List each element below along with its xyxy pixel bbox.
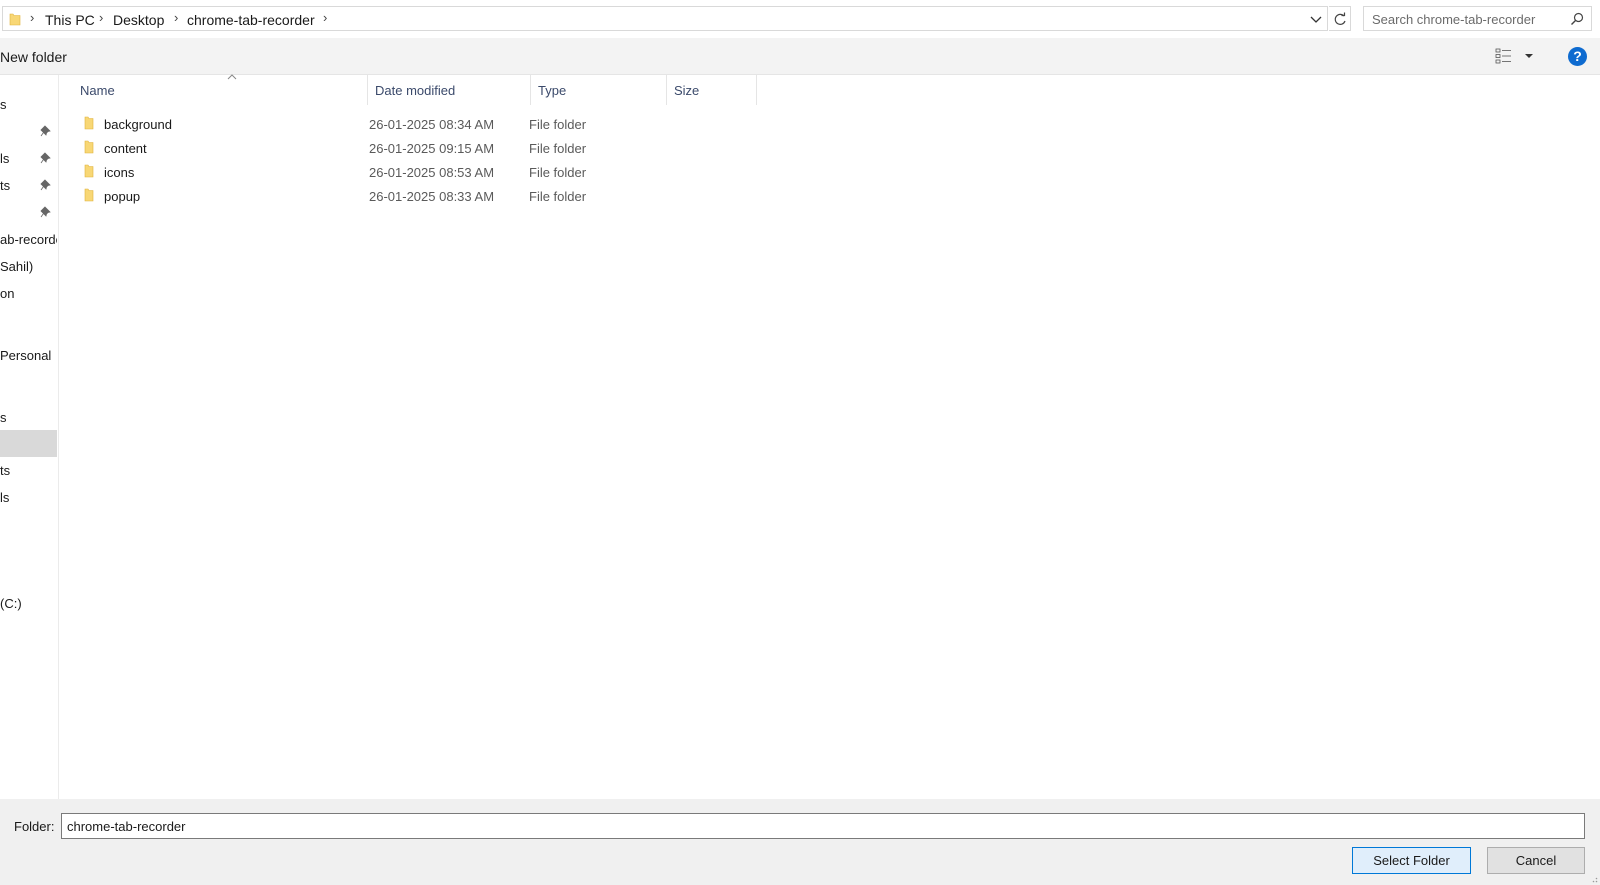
column-header-type[interactable]: Type [531, 75, 667, 105]
search-box[interactable] [1363, 6, 1592, 31]
breadcrumb-desktop[interactable]: Desktop [113, 12, 164, 28]
nav-item[interactable]: ts [0, 458, 57, 485]
select-folder-dialog: › This PC › Desktop › chrome-tab-recorde… [0, 0, 1600, 885]
nav-item[interactable]: on [0, 281, 57, 308]
table-row[interactable]: background 26-01-2025 08:34 AM File fold… [79, 113, 679, 135]
cancel-button[interactable]: Cancel [1487, 847, 1585, 874]
pin-icon[interactable] [40, 179, 52, 191]
search-input[interactable] [1370, 10, 1564, 29]
folder-label: Folder: [14, 819, 55, 834]
column-header-size[interactable]: Size [667, 75, 757, 105]
nav-item[interactable] [0, 200, 57, 227]
table-row[interactable]: popup 26-01-2025 08:33 AM File folder [79, 185, 679, 207]
folder-icon [84, 140, 94, 154]
folder-input[interactable] [61, 813, 1585, 839]
folder-icon [9, 13, 21, 26]
column-header-date-modified[interactable]: Date modified [368, 75, 531, 105]
chevron-right-icon[interactable]: › [30, 10, 34, 25]
nav-item[interactable]: ts [0, 173, 57, 200]
nav-item-selected[interactable] [0, 430, 57, 457]
folder-icon [84, 116, 94, 130]
bottom-bar: Folder: Select Folder Cancel [0, 799, 1600, 885]
table-row[interactable]: icons 26-01-2025 08:53 AM File folder [79, 161, 679, 183]
pin-icon[interactable] [40, 152, 52, 164]
new-folder-button[interactable]: New folder [0, 49, 67, 65]
nav-item[interactable]: Personal [0, 343, 57, 370]
view-options-icon[interactable] [1495, 47, 1513, 65]
table-row[interactable]: content 26-01-2025 09:15 AM File folder [79, 137, 679, 159]
refresh-icon [1334, 12, 1346, 25]
chevron-down-icon[interactable] [1524, 51, 1534, 61]
toolbar: New folder ? [0, 38, 1600, 75]
pin-icon[interactable] [40, 125, 52, 137]
nav-item[interactable]: Sahil) [0, 254, 57, 281]
help-icon[interactable]: ? [1568, 47, 1587, 66]
folder-icon [84, 164, 94, 178]
chevron-right-icon[interactable]: › [174, 10, 178, 25]
nav-item[interactable]: s [0, 405, 57, 432]
resize-grip-icon[interactable] [1590, 875, 1598, 883]
search-icon[interactable] [1570, 12, 1584, 26]
nav-item[interactable]: ab-recorder [0, 227, 57, 254]
nav-item[interactable]: s [0, 92, 57, 119]
pin-icon[interactable] [40, 206, 52, 218]
chevron-right-icon[interactable]: › [99, 10, 103, 25]
breadcrumb-this-pc[interactable]: This PC [45, 12, 95, 28]
address-row: › This PC › Desktop › chrome-tab-recorde… [0, 0, 1600, 38]
address-bar[interactable]: › This PC › Desktop › chrome-tab-recorde… [2, 6, 1328, 31]
column-header-name[interactable]: Name [73, 74, 368, 105]
select-folder-button[interactable]: Select Folder [1352, 847, 1471, 874]
nav-item[interactable]: ls [0, 146, 57, 173]
file-list[interactable]: Name Date modified Type Size background … [59, 74, 1600, 799]
sort-up-icon [227, 74, 237, 80]
chevron-right-icon[interactable]: › [323, 10, 327, 25]
nav-item[interactable] [0, 119, 57, 146]
folder-icon [84, 188, 94, 202]
nav-item[interactable]: ls [0, 485, 57, 512]
navigation-pane[interactable]: s ls ts ab-recorder Sahil) on Personal [0, 75, 59, 799]
breadcrumb-chrome-tab-recorder[interactable]: chrome-tab-recorder [187, 12, 315, 28]
refresh-button[interactable] [1329, 6, 1351, 31]
chevron-down-icon[interactable] [1309, 11, 1323, 27]
nav-item-local-disk[interactable]: (C:) [0, 591, 57, 618]
